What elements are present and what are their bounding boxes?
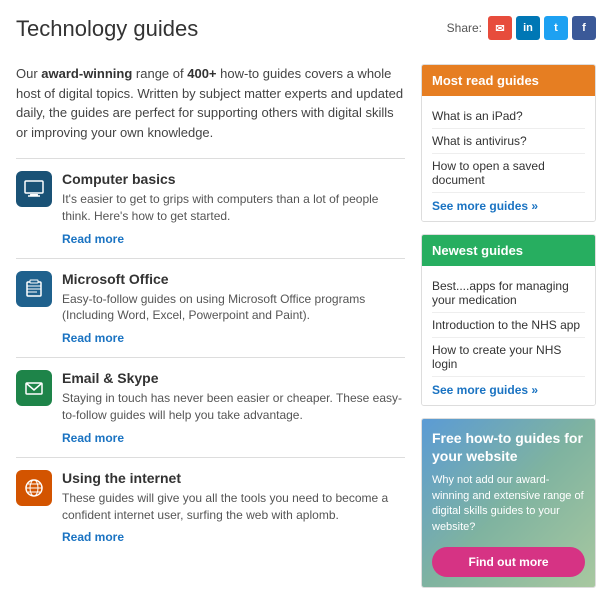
find-out-more-button[interactable]: Find out more (432, 547, 585, 577)
microsoft-office-title: Microsoft Office (62, 271, 405, 287)
most-read-body: What is an iPad? What is antivirus? How … (422, 96, 595, 221)
main-column: Our award-winning range of 400+ how-to g… (16, 64, 405, 600)
most-read-see-more[interactable]: See more guides » (432, 193, 585, 213)
most-read-header: Most read guides (422, 65, 595, 96)
sidebar: Most read guides What is an iPad? What i… (421, 64, 596, 600)
guide-item-email-skype: Email & Skype Staying in touch has never… (16, 357, 405, 457)
using-internet-icon (16, 470, 52, 506)
using-internet-read-more[interactable]: Read more (62, 530, 124, 544)
newest-box: Newest guides Best....apps for managing … (421, 234, 596, 406)
computer-basics-icon (16, 171, 52, 207)
most-read-link-3[interactable]: How to open a saved document (432, 154, 585, 193)
newest-link-1[interactable]: Best....apps for managing your medicatio… (432, 274, 585, 313)
microsoft-office-icon (16, 271, 52, 307)
email-skype-desc: Staying in touch has never been easier o… (62, 390, 405, 424)
newest-link-3[interactable]: How to create your NHS login (432, 338, 585, 377)
guide-item-computer-basics: Computer basics It's easier to get to gr… (16, 158, 405, 258)
main-layout: Our award-winning range of 400+ how-to g… (16, 64, 596, 600)
most-read-box: Most read guides What is an iPad? What i… (421, 64, 596, 222)
free-guides-title: Free how-to guides for your website (432, 429, 585, 465)
intro-text: Our award-winning range of 400+ how-to g… (16, 64, 405, 142)
using-internet-desc: These guides will give you all the tools… (62, 490, 405, 524)
email-skype-content: Email & Skype Staying in touch has never… (62, 370, 405, 445)
share-area: Share: ✉ in t f (447, 16, 596, 40)
newest-link-2[interactable]: Introduction to the NHS app (432, 313, 585, 338)
email-skype-read-more[interactable]: Read more (62, 431, 124, 445)
free-guides-box: Free how-to guides for your website Why … (421, 418, 596, 588)
using-internet-content: Using the internet These guides will giv… (62, 470, 405, 545)
microsoft-office-read-more[interactable]: Read more (62, 331, 124, 345)
microsoft-office-desc: Easy-to-follow guides on using Microsoft… (62, 291, 405, 325)
free-guides-desc: Why not add our award-winning and extens… (432, 473, 585, 535)
share-linkedin-button[interactable]: in (516, 16, 540, 40)
most-read-link-1[interactable]: What is an iPad? (432, 104, 585, 129)
computer-basics-content: Computer basics It's easier to get to gr… (62, 171, 405, 246)
email-skype-icon (16, 370, 52, 406)
computer-basics-read-more[interactable]: Read more (62, 232, 124, 246)
microsoft-office-content: Microsoft Office Easy-to-follow guides o… (62, 271, 405, 346)
share-label: Share: (447, 21, 482, 35)
guide-item-using-internet: Using the internet These guides will giv… (16, 457, 405, 557)
newest-see-more[interactable]: See more guides » (432, 377, 585, 397)
share-twitter-button[interactable]: t (544, 16, 568, 40)
computer-basics-desc: It's easier to get to grips with compute… (62, 191, 405, 225)
share-email-button[interactable]: ✉ (488, 16, 512, 40)
guide-item-microsoft-office: Microsoft Office Easy-to-follow guides o… (16, 258, 405, 358)
share-facebook-button[interactable]: f (572, 16, 596, 40)
computer-basics-title: Computer basics (62, 171, 405, 187)
using-internet-title: Using the internet (62, 470, 405, 486)
newest-header: Newest guides (422, 235, 595, 266)
email-skype-title: Email & Skype (62, 370, 405, 386)
most-read-link-2[interactable]: What is antivirus? (432, 129, 585, 154)
free-guides-bg: Free how-to guides for your website Why … (422, 419, 595, 587)
page-title: Technology guides (16, 16, 198, 42)
newest-body: Best....apps for managing your medicatio… (422, 266, 595, 405)
